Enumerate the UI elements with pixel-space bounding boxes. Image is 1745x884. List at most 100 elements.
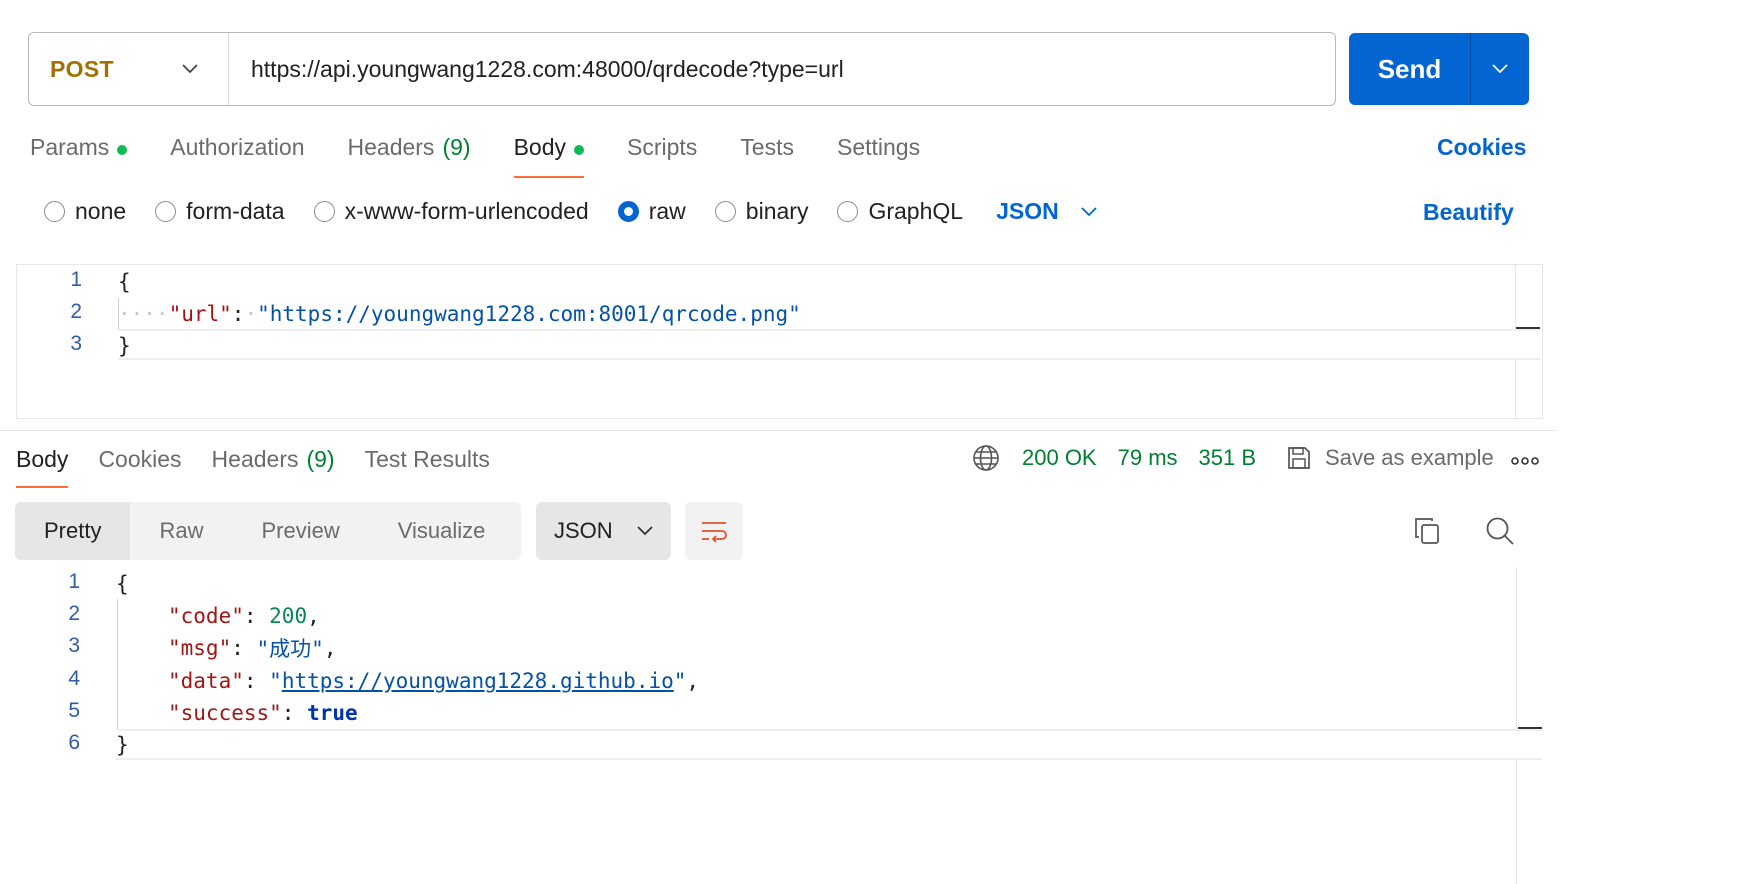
- radio-binary[interactable]: binary: [714, 198, 808, 225]
- line-number: 2: [68, 602, 80, 625]
- status-code[interactable]: 200 OK: [1022, 445, 1097, 471]
- radio-label: x-www-form-urlencoded: [344, 198, 589, 224]
- brace-close: }: [116, 733, 129, 757]
- view-visualize[interactable]: Visualize: [369, 502, 515, 560]
- wrap-lines-icon: [702, 522, 727, 543]
- current-line-highlight: [118, 329, 1540, 360]
- radio-label: form-data: [186, 198, 285, 224]
- tab-label: Cookies: [98, 446, 182, 472]
- json-quote: ": [269, 669, 282, 693]
- headers-count: (9): [306, 446, 335, 472]
- res-tab-headers[interactable]: Headers (9): [212, 444, 335, 488]
- response-size[interactable]: 351 B: [1199, 445, 1257, 471]
- tab-label: Body: [16, 446, 69, 472]
- tab-params[interactable]: Params: [30, 132, 128, 178]
- url-input[interactable]: https://api.youngwang1228.com:48000/qrde…: [229, 56, 844, 83]
- radio-raw[interactable]: raw: [617, 198, 686, 225]
- pane-divider[interactable]: [0, 430, 1556, 431]
- code-line: }: [118, 330, 131, 362]
- line-number: 3: [70, 332, 82, 355]
- search-icon[interactable]: [1485, 516, 1515, 546]
- json-colon: :: [243, 669, 270, 693]
- json-comma: ,: [686, 669, 700, 693]
- json-key: "data": [168, 669, 244, 693]
- tab-label: Authorization: [170, 134, 305, 160]
- json-value: 200: [269, 604, 308, 628]
- copy-icon[interactable]: [1413, 516, 1441, 546]
- headers-count: (9): [442, 134, 471, 160]
- code-line: "success": true: [168, 697, 358, 729]
- radio-form-data[interactable]: form-data: [155, 198, 285, 225]
- send-options-button[interactable]: [1471, 64, 1529, 74]
- send-label: Send: [1377, 53, 1442, 84]
- res-tab-body[interactable]: Body: [16, 444, 69, 488]
- res-tab-cookies[interactable]: Cookies: [98, 444, 181, 488]
- request-tabs: Params Authorization Headers (9) Body Scr…: [30, 132, 963, 178]
- globe-icon[interactable]: [972, 444, 1000, 472]
- json-value: true: [307, 701, 358, 725]
- response-view-tabs: Pretty Raw Preview Visualize: [15, 502, 521, 560]
- radio-label: raw: [648, 198, 686, 224]
- res-tab-test-results[interactable]: Test Results: [365, 444, 490, 488]
- body-status-dot: [574, 145, 584, 155]
- line-number: 4: [68, 667, 80, 690]
- tab-settings[interactable]: Settings: [837, 132, 920, 178]
- radio-circle: [44, 201, 65, 222]
- save-example-label: Save as example: [1325, 445, 1494, 470]
- radio-label: none: [75, 198, 127, 224]
- format-label: JSON: [554, 518, 613, 543]
- tab-body[interactable]: Body: [513, 132, 585, 178]
- json-comma: ,: [323, 636, 337, 660]
- code-line: {: [116, 568, 129, 600]
- tab-tests[interactable]: Tests: [740, 132, 794, 178]
- tab-label: Settings: [836, 134, 921, 160]
- body-type-radios: none form-data x-www-form-urlencoded raw…: [44, 198, 1097, 225]
- view-pretty[interactable]: Pretty: [15, 502, 131, 560]
- json-key: "msg": [168, 636, 232, 660]
- response-format-select[interactable]: JSON: [536, 502, 671, 560]
- json-colon: :: [281, 701, 308, 725]
- radio-circle: [714, 201, 736, 222]
- tab-label: Test Results: [364, 446, 490, 472]
- view-preview[interactable]: Preview: [232, 502, 368, 560]
- code-line: "data": " https://youngwang1228.github.io…: [168, 665, 699, 697]
- tab-headers[interactable]: Headers (9): [348, 132, 471, 178]
- more-icon[interactable]: [1511, 457, 1539, 465]
- response-scrollbar[interactable]: [1516, 567, 1543, 884]
- radio-circle: [155, 201, 177, 222]
- brace-open: {: [116, 572, 129, 596]
- method-select[interactable]: POST: [29, 33, 229, 105]
- tab-label: Body: [513, 134, 566, 160]
- response-time[interactable]: 79 ms: [1118, 445, 1178, 471]
- line-number: 5: [68, 699, 80, 722]
- response-status-row: 200 OK 79 ms 351 B Save as example: [972, 444, 1494, 472]
- tab-scripts[interactable]: Scripts: [627, 132, 697, 178]
- tab-label: Tests: [740, 134, 794, 160]
- method-label: POST: [50, 55, 114, 82]
- json-key: "url": [168, 302, 232, 326]
- json-comma: ,: [307, 604, 320, 628]
- code-line: "code": 200,: [168, 600, 320, 632]
- cookies-link[interactable]: Cookies: [1437, 134, 1526, 161]
- tab-authorization[interactable]: Authorization: [170, 132, 304, 178]
- response-tabs: Body Cookies Headers (9) Test Results: [16, 444, 520, 488]
- raw-format-select[interactable]: JSON: [996, 198, 1097, 225]
- json-value: "成功": [256, 637, 324, 661]
- beautify-button[interactable]: Beautify: [1423, 199, 1514, 226]
- wrap-lines-button[interactable]: [685, 502, 743, 560]
- radio-circle: [837, 201, 859, 222]
- json-link-value[interactable]: https://youngwang1228.github.io: [282, 669, 674, 693]
- view-raw[interactable]: Raw: [130, 502, 232, 560]
- json-colon: :: [231, 302, 245, 326]
- raw-format-label: JSON: [996, 198, 1059, 224]
- radio-none[interactable]: none: [44, 198, 126, 225]
- radio-urlencoded[interactable]: x-www-form-urlencoded: [313, 198, 589, 225]
- code-line: ···· "url": · "https://youngwang1228.com:80…: [118, 298, 801, 330]
- save-example-button[interactable]: Save as example: [1286, 445, 1494, 471]
- code-line: "msg": "成功",: [168, 632, 336, 664]
- tab-label: Headers: [347, 134, 435, 160]
- radio-graphql[interactable]: GraphQL: [837, 198, 963, 225]
- send-button[interactable]: Send: [1349, 33, 1529, 105]
- chevron-down-icon: [1081, 206, 1097, 216]
- tab-label: Scripts: [627, 134, 698, 160]
